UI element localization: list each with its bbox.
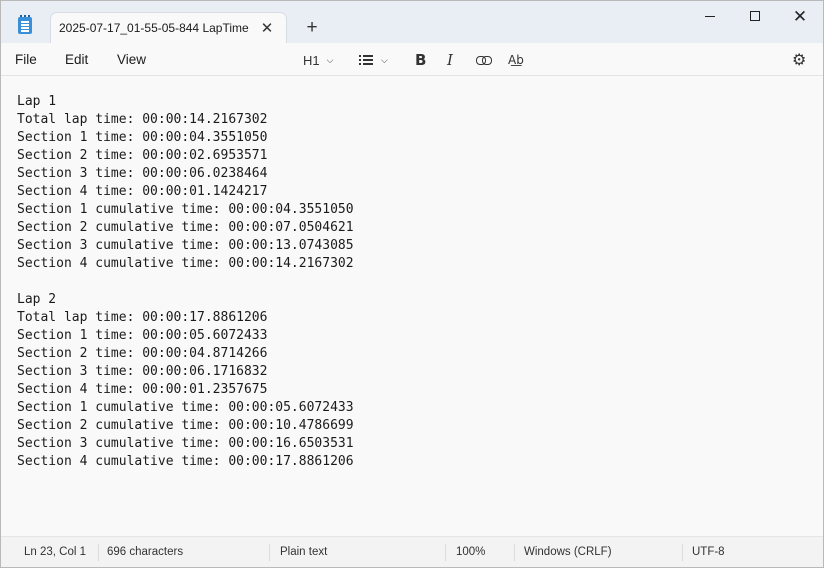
text-line: Section 2 cumulative time: 00:00:07.0504… xyxy=(17,220,354,235)
text-editor[interactable]: Lap 1 Total lap time: 00:00:14.2167302 Sec… xyxy=(1,77,823,536)
cursor-position[interactable]: Ln 23, Col 1 xyxy=(24,546,86,558)
menu-bar: File Edit View H1 ⌵ ⌵ B I A͟b ⚙ xyxy=(1,43,823,76)
status-separator xyxy=(682,544,683,561)
title-bar: 2025-07-17_01-55-05-844 LapTimes ✕ + ✕ xyxy=(1,1,823,43)
link-icon xyxy=(476,55,492,65)
text-line: Section 4 cumulative time: 00:00:14.2167… xyxy=(17,256,354,271)
list-dropdown[interactable]: ⌵ xyxy=(359,49,388,71)
menu-file[interactable]: File xyxy=(15,52,37,67)
character-count: 696 characters xyxy=(107,546,184,558)
text-line: Lap 2 xyxy=(17,292,57,307)
bulleted-list-icon xyxy=(359,55,373,65)
chevron-down-icon: ⌵ xyxy=(326,54,334,65)
text-line: Section 2 cumulative time: 00:00:10.4786… xyxy=(17,418,354,433)
chevron-down-icon: ⌵ xyxy=(381,54,388,65)
document-tab[interactable]: 2025-07-17_01-55-05-844 LapTimes ✕ xyxy=(50,12,287,43)
settings-gear-icon[interactable]: ⚙ xyxy=(792,49,806,71)
menu-view[interactable]: View xyxy=(117,52,146,67)
status-separator xyxy=(445,544,446,561)
zoom-level[interactable]: 100% xyxy=(456,546,485,558)
status-bar: Ln 23, Col 1 696 characters Plain text 1… xyxy=(1,536,823,567)
text-line: Section 3 time: 00:00:06.0238464 xyxy=(17,166,268,181)
text-line: Section 1 cumulative time: 00:00:04.3551… xyxy=(17,202,354,217)
tab-title: 2025-07-17_01-55-05-844 LapTimes xyxy=(59,21,249,35)
text-line: Lap 1 xyxy=(17,94,57,109)
text-line: Total lap time: 00:00:17.8861206 xyxy=(17,310,268,325)
minimize-icon xyxy=(705,16,715,17)
status-separator xyxy=(514,544,515,561)
text-line: Section 2 time: 00:00:02.6953571 xyxy=(17,148,268,163)
spellcheck-button[interactable]: A͟b xyxy=(508,49,524,71)
text-line: Section 3 time: 00:00:06.1716832 xyxy=(17,364,268,379)
text-line: Section 3 cumulative time: 00:00:13.0743… xyxy=(17,238,354,253)
maximize-icon xyxy=(750,11,760,21)
maximize-button[interactable] xyxy=(732,1,778,31)
text-line: Section 1 time: 00:00:05.6072433 xyxy=(17,328,268,343)
italic-button[interactable]: I xyxy=(447,49,453,71)
text-line: Section 4 time: 00:00:01.2357675 xyxy=(17,382,268,397)
text-line: Section 1 time: 00:00:04.3551050 xyxy=(17,130,268,145)
close-window-button[interactable]: ✕ xyxy=(777,1,823,31)
menu-edit[interactable]: Edit xyxy=(65,52,88,67)
tab-close-icon[interactable]: ✕ xyxy=(257,18,277,38)
notepad-window: 2025-07-17_01-55-05-844 LapTimes ✕ + ✕ F… xyxy=(0,0,824,568)
close-icon: ✕ xyxy=(792,6,808,26)
bold-button[interactable]: B xyxy=(415,49,426,71)
new-tab-icon[interactable]: + xyxy=(301,17,323,39)
encoding[interactable]: UTF-8 xyxy=(692,546,725,558)
notepad-app-icon xyxy=(18,15,32,34)
text-line: Section 1 cumulative time: 00:00:05.6072… xyxy=(17,400,354,415)
insert-link-button[interactable] xyxy=(476,49,492,71)
minimize-button[interactable] xyxy=(687,1,733,31)
status-separator xyxy=(98,544,99,561)
status-separator xyxy=(269,544,270,561)
document-format[interactable]: Plain text xyxy=(280,546,327,558)
heading-dropdown[interactable]: H1 ⌵ xyxy=(303,49,333,71)
line-ending[interactable]: Windows (CRLF) xyxy=(524,546,612,558)
text-line: Section 3 cumulative time: 00:00:16.6503… xyxy=(17,436,354,451)
text-line xyxy=(17,273,823,291)
text-line: Total lap time: 00:00:14.2167302 xyxy=(17,112,268,127)
text-line: Section 2 time: 00:00:04.8714266 xyxy=(17,346,268,361)
heading-label: H1 xyxy=(303,52,320,68)
text-line: Section 4 cumulative time: 00:00:17.8861… xyxy=(17,454,354,469)
text-line: Section 4 time: 00:00:01.1424217 xyxy=(17,184,268,199)
